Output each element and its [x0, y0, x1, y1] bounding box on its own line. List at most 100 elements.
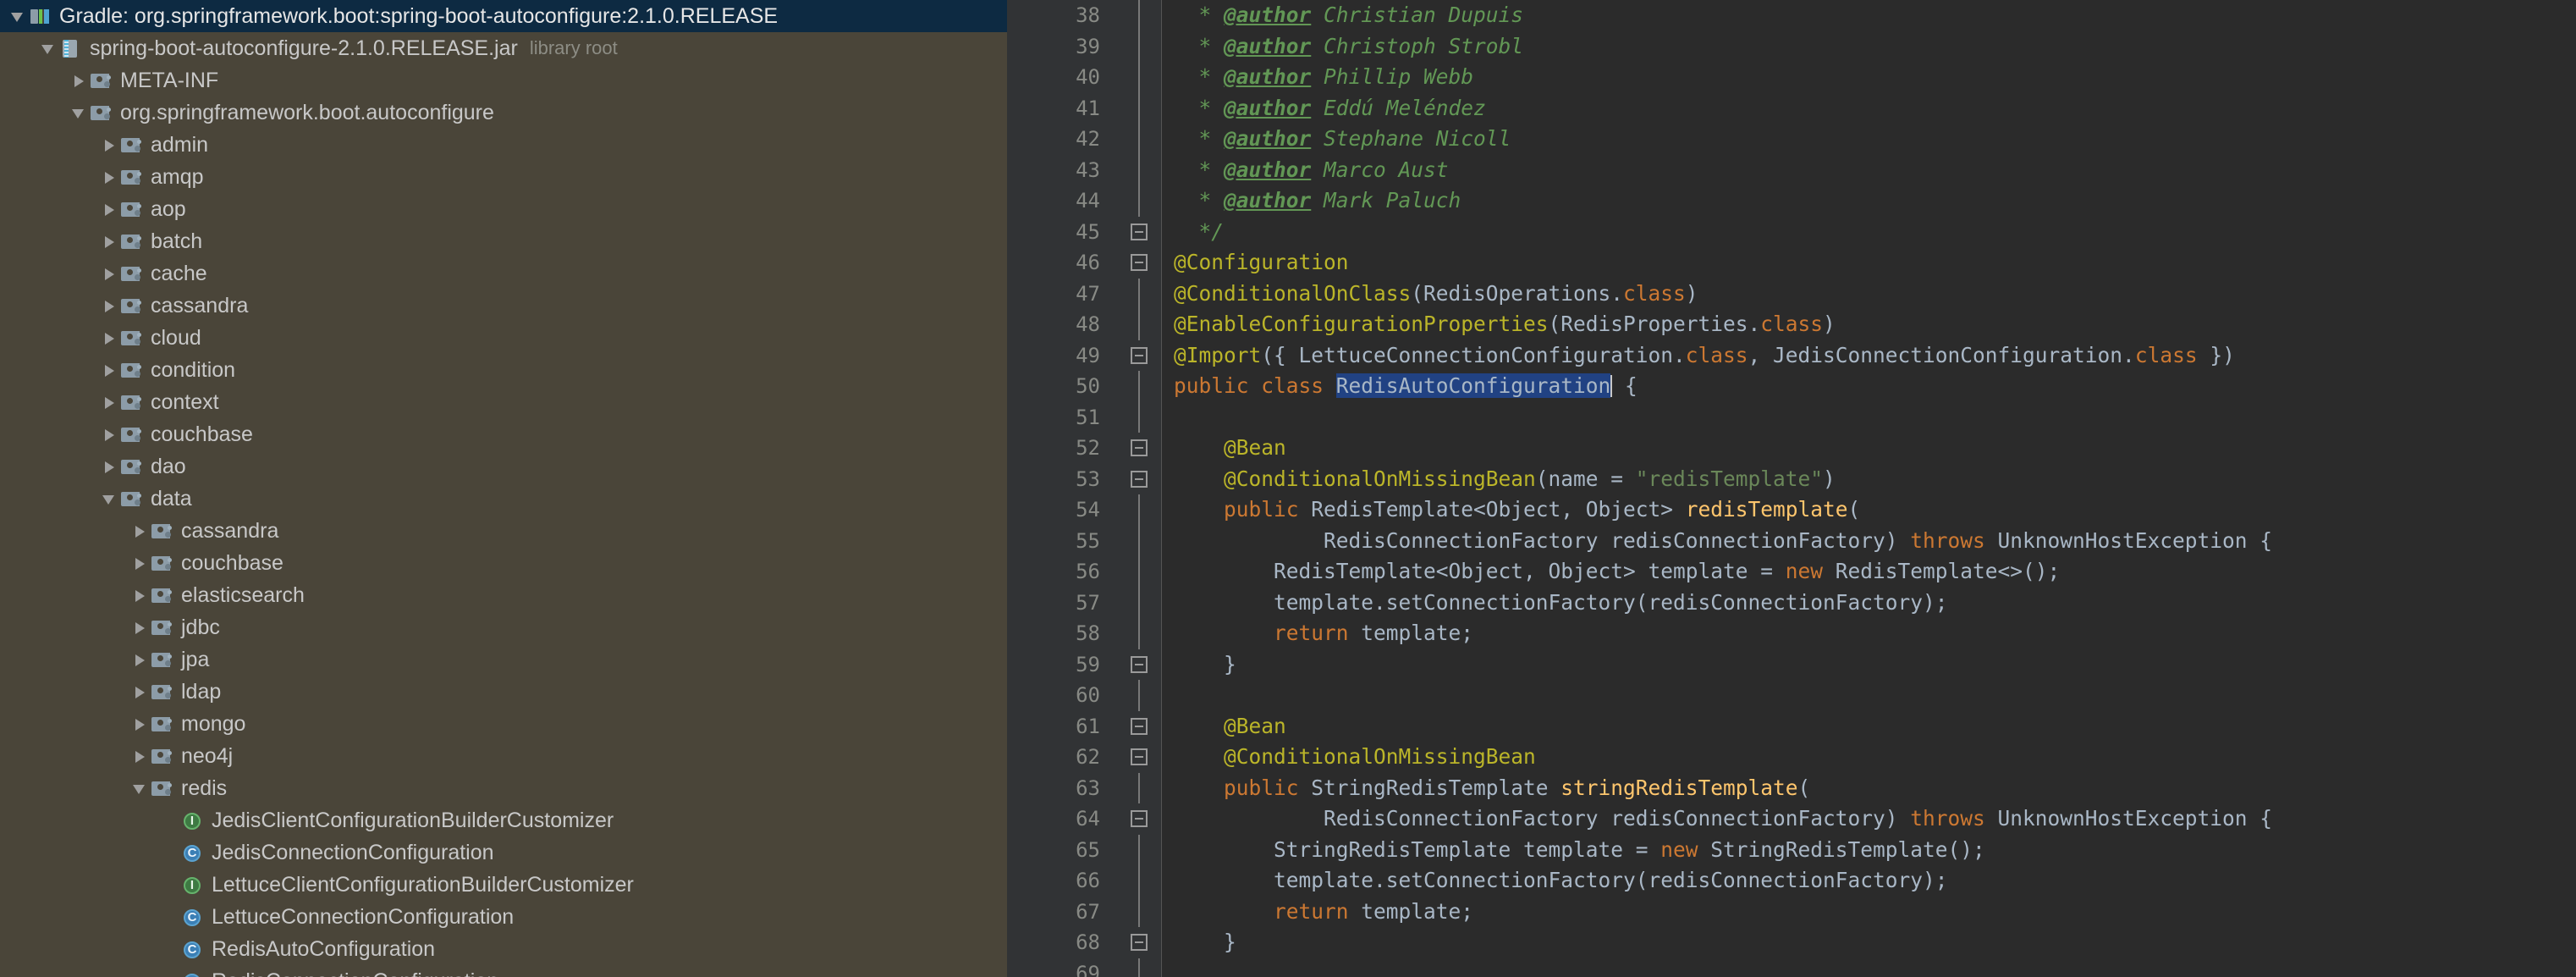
chevron-right-icon[interactable] — [102, 418, 120, 450]
code-line[interactable]: * @author Phillip Webb — [1162, 62, 2576, 93]
code-line[interactable]: return template; — [1162, 618, 2576, 649]
code-line[interactable]: RedisConnectionFactory redisConnectionFa… — [1162, 803, 2576, 835]
chevron-right-icon[interactable] — [132, 515, 151, 547]
code-line[interactable]: @Bean — [1162, 711, 2576, 742]
fold-collapse-icon[interactable] — [1131, 439, 1148, 456]
chevron-right-icon[interactable] — [132, 547, 151, 579]
chevron-right-icon[interactable] — [132, 676, 151, 708]
chevron-down-icon[interactable] — [41, 32, 59, 64]
chevron-right-icon[interactable] — [132, 643, 151, 676]
fold-marker[interactable] — [1117, 927, 1161, 958]
tree-row[interactable]: dao — [0, 450, 1007, 483]
tree-row[interactable]: META-INF — [0, 64, 1007, 97]
project-tree-panel[interactable]: Gradle: org.springframework.boot:spring-… — [0, 0, 1007, 977]
tree-row[interactable]: org.springframework.boot.autoconfigure — [0, 97, 1007, 129]
tree-row[interactable]: JedisClientConfigurationBuilderCustomize… — [0, 804, 1007, 836]
code-line[interactable]: @ConditionalOnMissingBean — [1162, 742, 2576, 773]
code-line[interactable]: template.setConnectionFactory(redisConne… — [1162, 588, 2576, 619]
tree-row[interactable]: amqp — [0, 161, 1007, 193]
line-number[interactable]: 58 — [1007, 618, 1117, 649]
fold-marker[interactable] — [1117, 464, 1161, 495]
code-line[interactable]: @ConditionalOnMissingBean(name = "redisT… — [1162, 464, 2576, 495]
tree-row[interactable]: spring-boot-autoconfigure-2.1.0.RELEASE.… — [0, 32, 1007, 64]
chevron-right-icon[interactable] — [132, 708, 151, 740]
line-number[interactable]: 49 — [1007, 340, 1117, 372]
code-line[interactable]: RedisTemplate<Object, Object> template =… — [1162, 556, 2576, 588]
editor-panel[interactable]: 38 39 40 41 42 43 44 45 46 47 48 49 50 51 52 53 54 55 56 57… — [1007, 0, 2576, 977]
fold-marker[interactable] — [1117, 217, 1161, 248]
line-number[interactable]: 38 — [1007, 0, 1117, 31]
tree-row[interactable]: jdbc — [0, 611, 1007, 643]
fold-marker[interactable] — [1117, 803, 1161, 835]
tree-row[interactable]: LettuceConnectionConfiguration — [0, 901, 1007, 933]
chevron-right-icon[interactable] — [102, 225, 120, 257]
tree-row[interactable]: couchbase — [0, 418, 1007, 450]
code-line[interactable]: * @author Mark Paluch — [1162, 185, 2576, 217]
line-number[interactable]: 42 — [1007, 124, 1117, 155]
fold-marker[interactable] — [1117, 742, 1161, 773]
line-number[interactable]: 52 — [1007, 433, 1117, 464]
fold-marker[interactable] — [1117, 649, 1161, 681]
line-number[interactable]: 41 — [1007, 93, 1117, 124]
fold-collapse-icon[interactable] — [1131, 223, 1148, 240]
line-number[interactable]: 68 — [1007, 927, 1117, 958]
code-line[interactable]: return template; — [1162, 897, 2576, 928]
line-number[interactable]: 55 — [1007, 526, 1117, 557]
chevron-right-icon[interactable] — [102, 161, 120, 193]
code-line[interactable]: } — [1162, 927, 2576, 958]
chevron-down-icon[interactable] — [102, 483, 120, 515]
chevron-right-icon[interactable] — [102, 193, 120, 225]
line-number[interactable]: 65 — [1007, 835, 1117, 866]
code-line[interactable]: * @author Christian Dupuis — [1162, 0, 2576, 31]
tree-row[interactable]: RedisAutoConfiguration — [0, 933, 1007, 965]
line-number[interactable]: 46 — [1007, 247, 1117, 279]
code-line[interactable]: @EnableConfigurationProperties(RedisProp… — [1162, 309, 2576, 340]
fold-marker[interactable] — [1117, 247, 1161, 279]
fold-collapse-icon[interactable] — [1131, 254, 1148, 271]
tree-row[interactable]: data — [0, 483, 1007, 515]
line-number[interactable]: 61 — [1007, 711, 1117, 742]
chevron-right-icon[interactable] — [71, 64, 90, 97]
fold-collapse-icon[interactable] — [1131, 810, 1148, 827]
chevron-right-icon[interactable] — [102, 354, 120, 386]
line-number[interactable]: 67 — [1007, 897, 1117, 928]
line-number[interactable]: 69 — [1007, 958, 1117, 977]
chevron-right-icon[interactable] — [132, 740, 151, 772]
fold-marker[interactable] — [1117, 340, 1161, 372]
code-line[interactable]: public RedisTemplate<Object, Object> red… — [1162, 494, 2576, 526]
fold-marker[interactable] — [1117, 711, 1161, 742]
code-line[interactable]: RedisConnectionFactory redisConnectionFa… — [1162, 526, 2576, 557]
chevron-right-icon[interactable] — [102, 129, 120, 161]
code-line[interactable]: * @author Christoph Strobl — [1162, 31, 2576, 63]
tree-row[interactable]: JedisConnectionConfiguration — [0, 836, 1007, 869]
tree-row[interactable]: cassandra — [0, 290, 1007, 322]
tree-row[interactable]: cassandra — [0, 515, 1007, 547]
fold-collapse-icon[interactable] — [1131, 934, 1148, 951]
line-number[interactable]: 57 — [1007, 588, 1117, 619]
tree-row[interactable]: admin — [0, 129, 1007, 161]
fold-marker[interactable] — [1117, 433, 1161, 464]
tree-row[interactable]: LettuceClientConfigurationBuilderCustomi… — [0, 869, 1007, 901]
line-number[interactable]: 53 — [1007, 464, 1117, 495]
chevron-down-icon[interactable] — [10, 0, 29, 32]
code-area[interactable]: * @author Christian Dupuis * @author Chr… — [1162, 0, 2576, 977]
line-number[interactable]: 43 — [1007, 155, 1117, 186]
line-number[interactable]: 63 — [1007, 773, 1117, 804]
line-number[interactable]: 50 — [1007, 371, 1117, 402]
code-line[interactable]: } — [1162, 649, 2576, 681]
code-line[interactable]: @Configuration — [1162, 247, 2576, 279]
line-number[interactable]: 44 — [1007, 185, 1117, 217]
line-number[interactable]: 39 — [1007, 31, 1117, 63]
tree-row[interactable]: RedisConnectionConfiguration — [0, 965, 1007, 977]
code-line[interactable]: * @author Stephane Nicoll — [1162, 124, 2576, 155]
code-line[interactable]: public class RedisAutoConfiguration { — [1162, 371, 2576, 402]
code-line[interactable]: * @author Marco Aust — [1162, 155, 2576, 186]
code-line[interactable]: @ConditionalOnClass(RedisOperations.clas… — [1162, 279, 2576, 310]
fold-collapse-icon[interactable] — [1131, 748, 1148, 765]
line-number[interactable]: 66 — [1007, 865, 1117, 897]
line-number[interactable]: 56 — [1007, 556, 1117, 588]
tree-row[interactable]: batch — [0, 225, 1007, 257]
code-line[interactable]: @Import({ LettuceConnectionConfiguration… — [1162, 340, 2576, 372]
chevron-right-icon[interactable] — [102, 257, 120, 290]
tree-row[interactable]: ldap — [0, 676, 1007, 708]
